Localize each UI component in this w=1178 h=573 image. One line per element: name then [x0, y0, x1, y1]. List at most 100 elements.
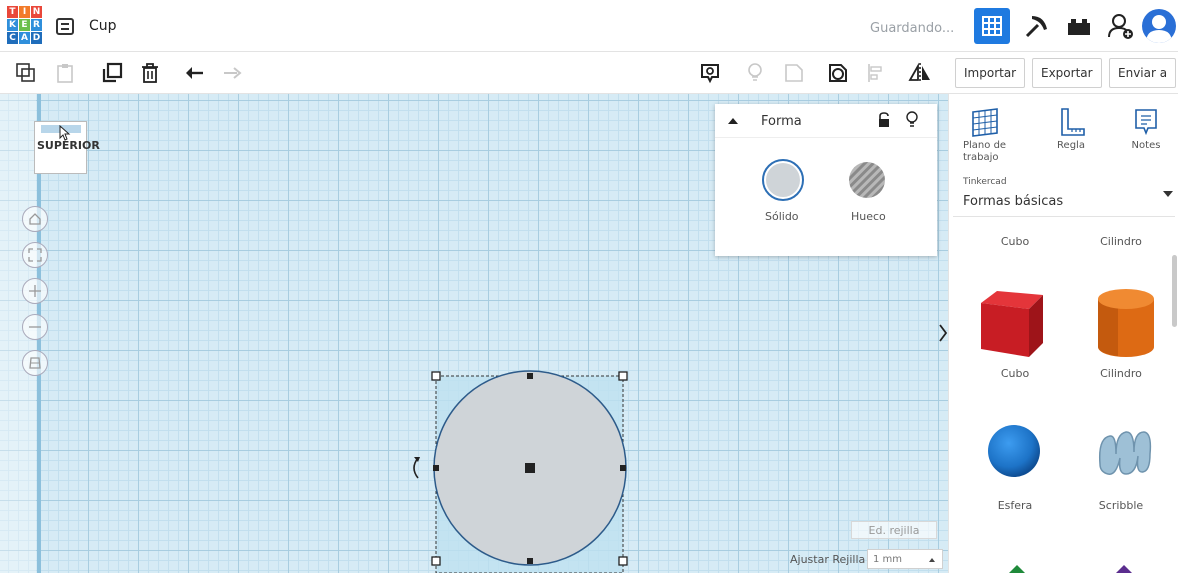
- snap-grid-select[interactable]: 1 mm: [867, 549, 943, 569]
- edit-toolbar: Importar Exportar Enviar a: [0, 52, 1178, 94]
- mirror-icon: [908, 62, 930, 83]
- perspective-icon: [29, 357, 41, 369]
- scribble-shape-item[interactable]: [1094, 424, 1158, 482]
- fit-icon: [28, 248, 42, 262]
- group-button[interactable]: [782, 61, 806, 85]
- zoom-in-button[interactable]: [22, 278, 48, 304]
- undo-button[interactable]: [182, 61, 206, 85]
- shape-library-select[interactable]: Tinkercad Formas básicas: [953, 169, 1175, 217]
- center-handle[interactable]: [525, 463, 535, 473]
- send-to-button[interactable]: Enviar a: [1109, 58, 1177, 88]
- align-icon: [868, 64, 882, 82]
- minecraft-view-button[interactable]: [1019, 8, 1055, 44]
- hole-label: Hueco: [851, 210, 886, 223]
- shape-label: Esfera: [997, 499, 1033, 512]
- resize-handle[interactable]: [433, 465, 439, 471]
- solid-swatch: [766, 163, 800, 197]
- show-all-button[interactable]: [743, 61, 767, 85]
- resize-handle[interactable]: [618, 556, 628, 566]
- logo-letter: I: [19, 6, 30, 18]
- logo-letter: T: [7, 6, 18, 18]
- snap-grid-value: 1 mm: [873, 553, 903, 565]
- design-title[interactable]: Cup: [89, 18, 117, 34]
- import-button[interactable]: Importar: [955, 58, 1026, 88]
- ungroup-button[interactable]: [826, 61, 850, 85]
- minus-icon: [29, 326, 41, 328]
- logo-letter: N: [31, 6, 42, 18]
- edit-grid-button[interactable]: Ed. rejilla: [851, 521, 937, 539]
- note-icon: [1135, 109, 1157, 136]
- delete-button[interactable]: [138, 61, 162, 85]
- pickaxe-icon: [1025, 16, 1047, 38]
- lock-icon[interactable]: [877, 112, 891, 128]
- logo-letter: R: [31, 19, 42, 31]
- 3d-design-view-button[interactable]: [974, 8, 1010, 44]
- ruler-tool-label: Regla: [1057, 140, 1085, 151]
- solid-label: Sólido: [765, 210, 799, 223]
- collapse-caret-icon[interactable]: [727, 116, 739, 126]
- resize-handle[interactable]: [618, 371, 628, 381]
- resize-handle[interactable]: [527, 558, 533, 564]
- logo-letter: E: [19, 19, 30, 31]
- shape-label: Cilindro: [1100, 235, 1142, 248]
- undo-icon: [186, 67, 203, 79]
- perspective-button[interactable]: [22, 350, 48, 376]
- notes-tool[interactable]: Notes: [1116, 104, 1176, 151]
- shape-label: Cilindro: [1100, 367, 1142, 380]
- mirror-button[interactable]: [908, 61, 932, 85]
- shape-label: Cubo: [1000, 235, 1030, 248]
- copy-button[interactable]: [14, 61, 38, 85]
- selected-cylinder-shape[interactable]: [400, 364, 640, 573]
- bricks-view-button[interactable]: [1061, 8, 1097, 44]
- pyramid-shape-item[interactable]: [1114, 564, 1134, 573]
- cursor-icon: [59, 125, 71, 141]
- top-bar: T I N K E R C A D Cup Guardando...: [0, 0, 1178, 52]
- duplicate-button[interactable]: [100, 61, 124, 85]
- view-cube[interactable]: SUPERIOR: [34, 121, 100, 174]
- resize-handle[interactable]: [620, 465, 626, 471]
- export-button[interactable]: Exportar: [1032, 58, 1102, 88]
- trash-icon: [142, 63, 158, 83]
- paste-icon: [57, 64, 73, 83]
- resize-handle[interactable]: [431, 371, 441, 381]
- logo-letter: A: [19, 32, 30, 44]
- shape-inspector-panel: Forma Sólido Hueco: [715, 104, 937, 256]
- resize-handle[interactable]: [431, 556, 441, 566]
- ruler-tool[interactable]: Regla: [1041, 104, 1101, 151]
- redo-button[interactable]: [220, 61, 244, 85]
- roof-shape-item[interactable]: [1007, 564, 1027, 573]
- align-button[interactable]: [864, 61, 888, 85]
- design-list-icon[interactable]: [56, 18, 74, 35]
- add-user-button[interactable]: [1103, 8, 1139, 44]
- notes-tool-label: Notes: [1131, 140, 1161, 151]
- group-icon: [785, 64, 803, 82]
- sphere-shape-item[interactable]: [987, 424, 1041, 478]
- paste-button[interactable]: [53, 61, 77, 85]
- rotate-arrow-icon: [414, 457, 420, 462]
- library-source-label: Tinkercad: [963, 177, 1007, 187]
- add-user-icon: [1108, 14, 1133, 39]
- solid-option[interactable]: [762, 159, 804, 201]
- tinkercad-logo[interactable]: T I N K E R C A D: [7, 6, 43, 48]
- redo-icon: [224, 67, 242, 79]
- duplicate-icon: [102, 62, 123, 83]
- snap-grid-label: Ajustar Rejilla: [790, 553, 866, 566]
- library-scrollbar[interactable]: [1172, 255, 1177, 327]
- workplane-tool[interactable]: Plano de trabajo: [955, 104, 1015, 164]
- cylinder-shape-item[interactable]: [1094, 287, 1158, 359]
- library-selected-value: Formas básicas: [963, 194, 1064, 209]
- cube-shape-item[interactable]: [977, 287, 1047, 359]
- zoom-out-button[interactable]: [22, 314, 48, 340]
- resize-handle[interactable]: [527, 373, 533, 379]
- user-avatar[interactable]: [1142, 9, 1176, 43]
- save-status: Guardando...: [870, 21, 955, 36]
- hole-option[interactable]: [848, 161, 886, 199]
- visibility-lightbulb-icon[interactable]: [905, 111, 919, 129]
- shapes-library-panel: Plano de trabajo Regla Notes Tinkercad F…: [948, 94, 1178, 573]
- ungroup-icon: [829, 64, 847, 82]
- fit-view-button[interactable]: [22, 242, 48, 268]
- home-view-button[interactable]: [22, 206, 48, 232]
- user-icon: [1146, 15, 1172, 43]
- shape-inspector-header: Forma: [715, 104, 937, 138]
- notes-toggle-button[interactable]: [698, 61, 722, 85]
